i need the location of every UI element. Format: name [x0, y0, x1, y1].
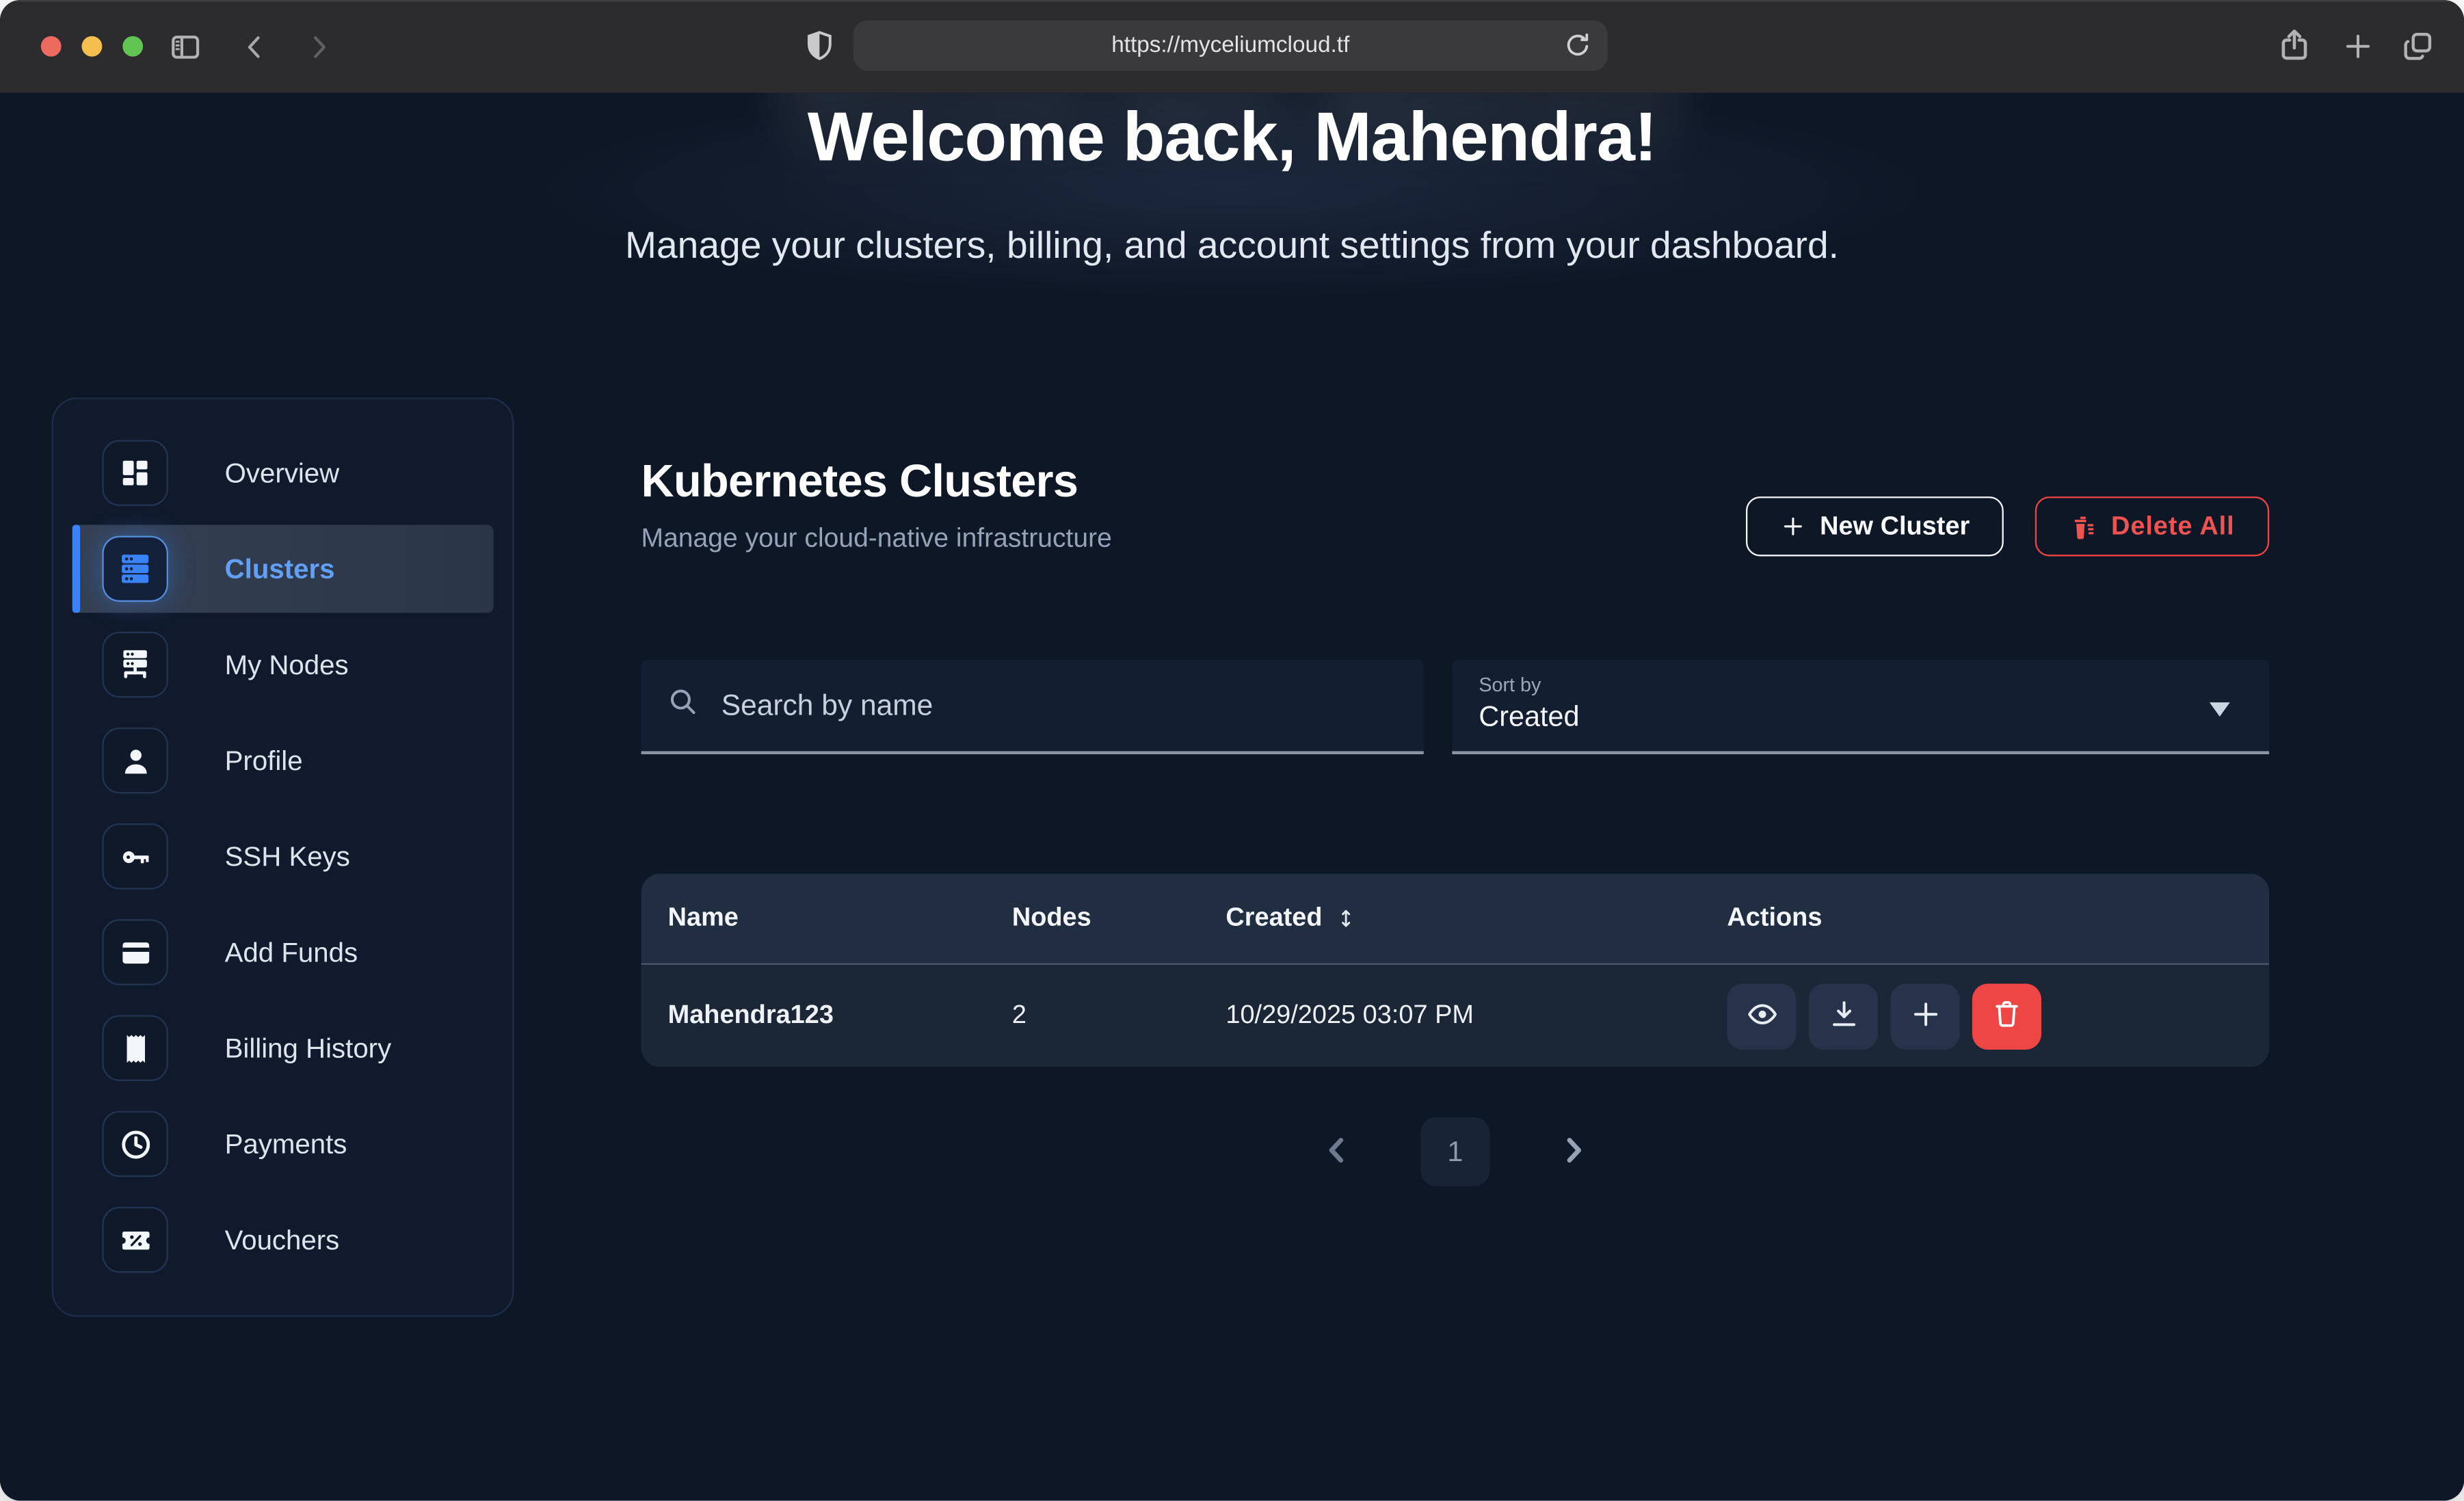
delete-all-label: Delete All: [2111, 512, 2235, 542]
welcome-title: Welcome back, Mahendra!: [0, 93, 2464, 178]
plus-icon: [1781, 514, 1806, 540]
sidebar-item-vouchers[interactable]: Vouchers: [72, 1196, 494, 1284]
sidebar-item-label: Add Funds: [225, 936, 358, 969]
welcome-subtitle: Manage your clusters, billing, and accou…: [0, 225, 2464, 269]
plus-icon: [1909, 997, 1942, 1035]
sidebar-item-clusters[interactable]: Clusters: [72, 525, 494, 613]
sidebar-nav: Overview Clusters My Nodes Profile SSH Keys A…: [52, 398, 514, 1317]
share-icon[interactable]: [2275, 27, 2313, 64]
sort-arrows-icon: [1335, 907, 1358, 930]
nodes-icon: [102, 632, 168, 698]
back-icon[interactable]: [237, 30, 272, 65]
clusters-table: Name Nodes Created Actions Mahendra123 2: [641, 874, 2270, 1067]
dashboard-icon: [102, 440, 168, 507]
browser-toolbar: https://myceliumcloud.tf: [0, 0, 2464, 93]
new-tab-icon[interactable]: [2342, 30, 2374, 63]
column-header-nodes: Nodes: [1012, 904, 1226, 934]
ticket-icon: [102, 1207, 168, 1273]
pagination: 1: [641, 1117, 2270, 1186]
sidebar-item-label: My Nodes: [225, 648, 349, 681]
chevron-left-icon: [1320, 1132, 1355, 1171]
search-field: [641, 660, 1424, 754]
sidebar-item-profile[interactable]: Profile: [72, 717, 494, 805]
row-actions: [1727, 983, 2242, 1050]
close-window-button[interactable]: [41, 36, 62, 57]
minimize-window-button[interactable]: [81, 36, 102, 57]
trash-icon: [1991, 998, 2022, 1035]
sidebar-item-label: SSH Keys: [225, 840, 350, 873]
sort-label: Sort by: [1479, 674, 2269, 696]
table-row: Mahendra123 2 10/29/2025 03:07 PM: [641, 964, 2270, 1067]
zoom-window-button[interactable]: [122, 36, 143, 57]
column-header-created[interactable]: Created: [1226, 904, 1727, 934]
delete-all-button[interactable]: Delete All: [2036, 496, 2269, 556]
new-cluster-button[interactable]: New Cluster: [1746, 496, 2004, 556]
sidebar-item-billing-history[interactable]: Billing History: [72, 1005, 494, 1093]
receipt-icon: [102, 1015, 168, 1082]
main-panel: Kubernetes Clusters Manage your cloud-na…: [641, 398, 2270, 1317]
new-cluster-label: New Cluster: [1820, 512, 1970, 542]
sidebar-item-label: Profile: [225, 744, 303, 777]
clock-icon: [102, 1111, 168, 1178]
sidebar-item-label: Billing History: [225, 1032, 392, 1065]
servers-icon: [102, 536, 168, 602]
next-page-button[interactable]: [1546, 1131, 1600, 1173]
column-header-actions: Actions: [1727, 904, 2242, 934]
caret-down-icon: [2208, 698, 2231, 726]
sidebar-toggle-icon[interactable]: [168, 30, 203, 65]
sort-dropdown[interactable]: Sort by Created: [1452, 660, 2269, 754]
eye-icon: [1745, 997, 1778, 1035]
sidebar-item-label: Clusters: [225, 553, 335, 585]
trash-icon: [2070, 514, 2097, 540]
forward-icon[interactable]: [302, 30, 336, 65]
shield-icon[interactable]: [802, 28, 838, 64]
sidebar-item-payments[interactable]: Payments: [72, 1100, 494, 1188]
reload-icon[interactable]: [1562, 30, 1593, 62]
sidebar-item-my-nodes[interactable]: My Nodes: [72, 621, 494, 709]
main-heading-block: Kubernetes Clusters Manage your cloud-na…: [641, 457, 1112, 557]
previous-page-button[interactable]: [1310, 1131, 1364, 1173]
sidebar-item-label: Payments: [225, 1128, 347, 1160]
url-text: https://myceliumcloud.tf: [1111, 33, 1349, 58]
column-header-name: Name: [668, 904, 1012, 934]
header-actions: New Cluster Delete All: [1746, 496, 2269, 556]
tabs-overview-icon[interactable]: [2400, 28, 2436, 64]
sort-value: Created: [1479, 701, 2269, 734]
window-controls: [41, 36, 143, 57]
active-accent-bar: [72, 525, 80, 613]
add-node-button[interactable]: [1890, 983, 1959, 1050]
key-icon: [102, 823, 168, 890]
chevron-right-icon: [1556, 1132, 1591, 1171]
page-content: Welcome back, Mahendra! Welcome back, Ma…: [0, 93, 2464, 1501]
search-icon: [666, 685, 699, 726]
download-icon: [1827, 997, 1859, 1035]
view-cluster-button[interactable]: [1727, 983, 1796, 1050]
cell-cluster-name: Mahendra123: [668, 1001, 1012, 1031]
table-header-row: Name Nodes Created Actions: [641, 874, 2270, 964]
download-config-button[interactable]: [1809, 983, 1878, 1050]
sidebar-item-add-funds[interactable]: Add Funds: [72, 909, 494, 997]
browser-window: https://myceliumcloud.tf Welcome back, M…: [0, 0, 2464, 1500]
page-title: Kubernetes Clusters: [641, 457, 1112, 509]
user-icon: [102, 728, 168, 794]
sidebar-item-label: Overview: [225, 457, 340, 490]
cell-created-date: 10/29/2025 03:07 PM: [1226, 1001, 1727, 1031]
address-bar[interactable]: https://myceliumcloud.tf: [853, 21, 1608, 71]
card-icon: [102, 920, 168, 986]
sidebar-item-overview[interactable]: Overview: [72, 429, 494, 518]
stage: https://myceliumcloud.tf Welcome back, M…: [0, 0, 2464, 1500]
delete-cluster-button[interactable]: [1972, 983, 2041, 1050]
sidebar-item-ssh-keys[interactable]: SSH Keys: [72, 812, 494, 901]
welcome-section: Welcome back, Mahendra! Welcome back, Ma…: [0, 93, 2464, 269]
sidebar-item-label: Vouchers: [225, 1223, 340, 1256]
search-input[interactable]: [718, 687, 1399, 725]
page-subtitle: Manage your cloud-native infrastructure: [641, 524, 1112, 555]
page-number-button[interactable]: 1: [1420, 1117, 1489, 1186]
cell-node-count: 2: [1012, 1001, 1226, 1031]
